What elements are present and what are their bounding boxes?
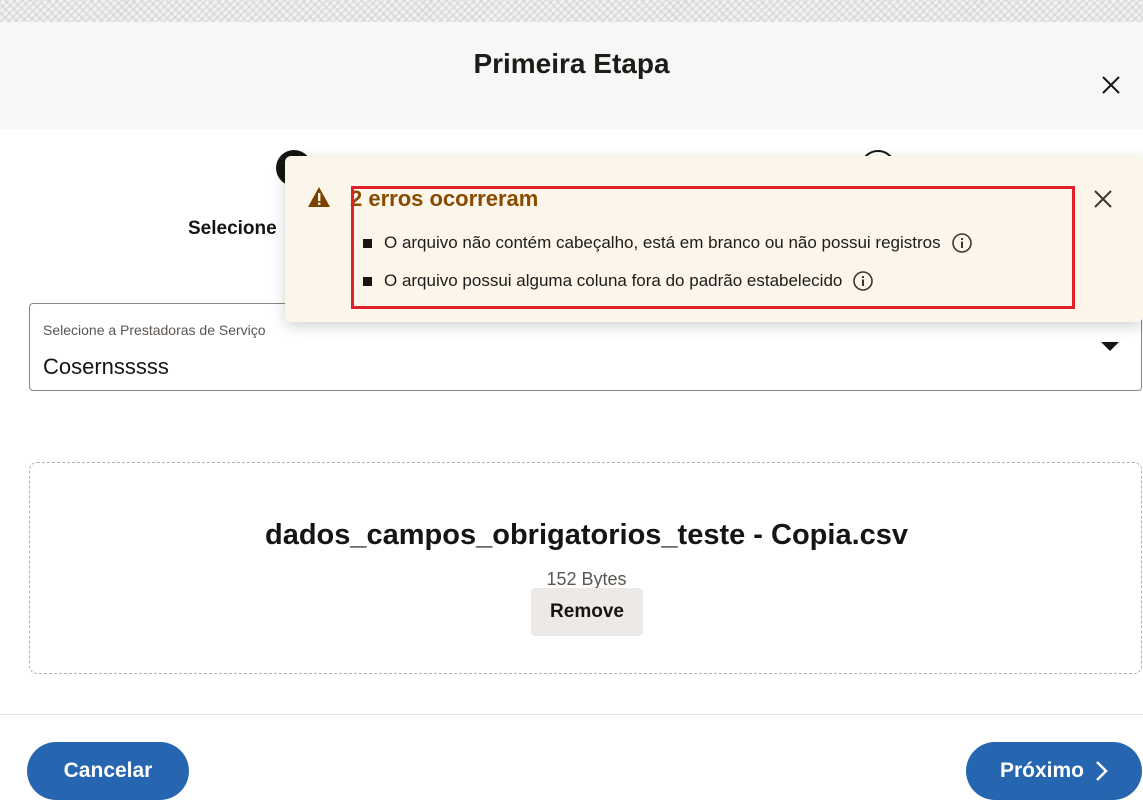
error-text: O arquivo não contém cabeçalho, está em …	[384, 233, 941, 252]
dialog-title: Primeira Etapa	[473, 48, 670, 79]
select-value: Cosernsssss	[43, 354, 169, 379]
bullet-icon	[363, 276, 372, 286]
warning-icon	[307, 186, 331, 208]
footer-divider	[0, 714, 1143, 715]
remove-file-button[interactable]: Remove	[531, 588, 643, 636]
caret-down-icon[interactable]	[1101, 342, 1119, 351]
select-label: Selecione a Prestadoras de Serviço	[43, 322, 266, 338]
top-pattern-strip	[0, 0, 1143, 22]
step-1-label: Selecione	[188, 218, 277, 239]
toast-close-icon[interactable]	[1090, 186, 1116, 212]
info-icon[interactable]	[852, 270, 874, 292]
error-toast: 2 erros ocorreram O arquivo não contém c…	[285, 156, 1143, 322]
next-button[interactable]: Próximo	[966, 742, 1142, 800]
next-button-label: Próximo	[999, 759, 1085, 782]
info-icon[interactable]	[951, 232, 973, 254]
error-item: O arquivo possui alguma coluna fora do p…	[363, 270, 874, 292]
chevron-right-icon	[1094, 760, 1108, 782]
bullet-icon	[363, 238, 372, 248]
file-size: 152 Bytes	[546, 569, 627, 589]
cancel-button[interactable]: Cancelar	[27, 742, 189, 800]
file-dropzone[interactable]: dados_campos_obrigatorios_teste - Copia.…	[29, 462, 1142, 674]
file-name: dados_campos_obrigatorios_teste - Copia.…	[264, 519, 909, 551]
error-item: O arquivo não contém cabeçalho, está em …	[363, 232, 973, 254]
error-text: O arquivo possui alguma coluna fora do p…	[384, 271, 843, 290]
close-icon[interactable]	[1096, 70, 1126, 100]
